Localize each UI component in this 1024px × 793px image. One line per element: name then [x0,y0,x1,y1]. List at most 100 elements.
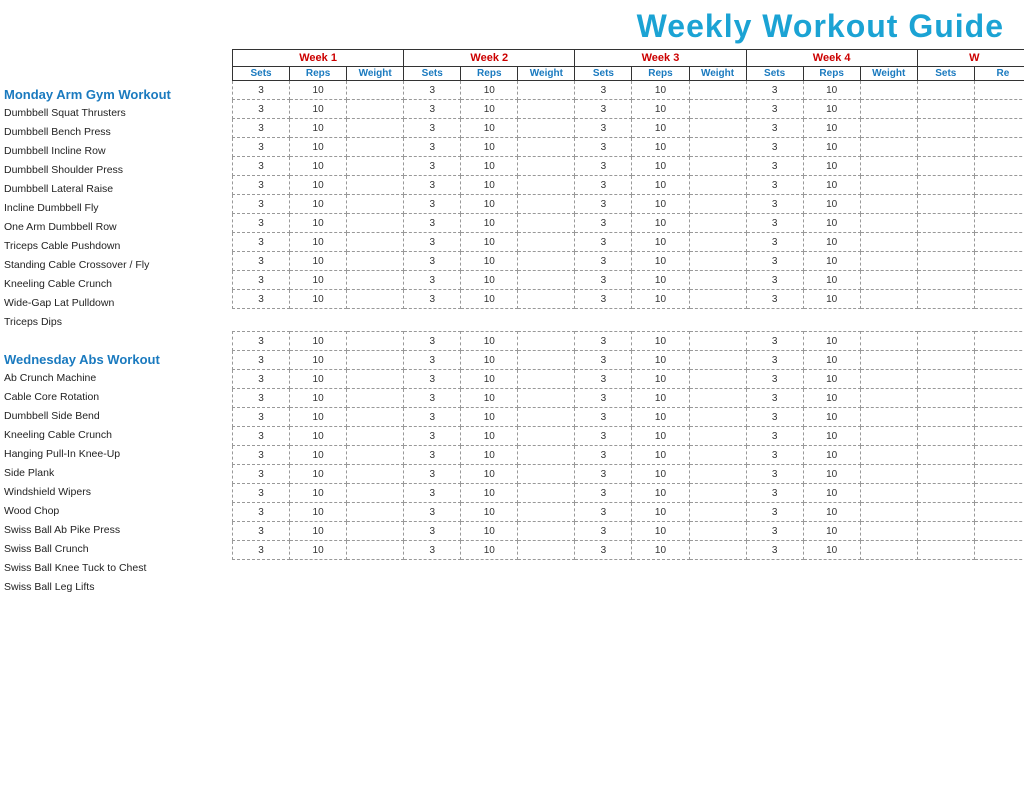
week3-reps-2: 10 [632,119,689,138]
section1-exercise-3: Dumbbell Shoulder Press [4,161,230,180]
s2-week3-reps-8: 10 [632,484,689,503]
section1-exercise-2: Dumbbell Incline Row [4,142,230,161]
s2-week2-sets-1: 3 [404,351,461,370]
s2-week4-sets-2: 3 [746,370,803,389]
week5-sets-6 [917,195,974,214]
w3-sets-header: Sets [575,67,632,81]
week4-sets-4: 3 [746,157,803,176]
section1-title: Monday Arm Gym Workout [4,87,230,102]
s2-week1-weight-0 [347,332,404,351]
s2-week1-weight-5 [347,427,404,446]
week4-reps-6: 10 [803,195,860,214]
s2-week2-weight-9 [518,503,575,522]
s2-week3-sets-4: 3 [575,408,632,427]
s2-week2-sets-6: 3 [404,446,461,465]
week4-weight-11 [860,290,917,309]
s2-week4-reps-6: 10 [803,446,860,465]
week1-reps-7: 10 [290,214,347,233]
section2-exercise-9: Swiss Ball Crunch [4,540,230,559]
week4-sets-8: 3 [746,233,803,252]
s2-week4-sets-0: 3 [746,332,803,351]
s2-week1-reps-5: 10 [290,427,347,446]
main-layout: Monday Arm Gym Workout Dumbbell Squat Th… [0,49,1024,597]
s2-week1-weight-1 [347,351,404,370]
week1-weight-1 [347,100,404,119]
week4-reps-4: 10 [803,157,860,176]
section1-container: Monday Arm Gym Workout Dumbbell Squat Th… [4,87,230,332]
w1-sets-header: Sets [233,67,290,81]
week3-reps-6: 10 [632,195,689,214]
s2-week1-reps-3: 10 [290,389,347,408]
week5-sets-8 [917,233,974,252]
week2-reps-9: 10 [461,252,518,271]
s2-week5-sets-5 [917,427,974,446]
s2-week1-sets-10: 3 [233,522,290,541]
s2-week3-reps-4: 10 [632,408,689,427]
s2-week4-weight-10 [860,522,917,541]
s2-week1-sets-1: 3 [233,351,290,370]
week3-sets-5: 3 [575,176,632,195]
week2-sets-8: 3 [404,233,461,252]
week1-reps-1: 10 [290,100,347,119]
week4-header: Week 4 [746,50,917,67]
week4-sets-9: 3 [746,252,803,271]
week4-reps-11: 10 [803,290,860,309]
s2-week4-weight-5 [860,427,917,446]
s2-week2-reps-7: 10 [461,465,518,484]
week5-header: W [917,50,1024,67]
week2-sets-2: 3 [404,119,461,138]
s2-week5-sets-3 [917,389,974,408]
s2-week1-sets-2: 3 [233,370,290,389]
s2-week5-reps-11 [974,541,1024,560]
s2-week3-reps-10: 10 [632,522,689,541]
w2-sets-header: Sets [404,67,461,81]
s2-week2-reps-1: 10 [461,351,518,370]
s2-week1-reps-8: 10 [290,484,347,503]
week3-sets-1: 3 [575,100,632,119]
week3-weight-0 [689,81,746,100]
s2-week1-weight-4 [347,408,404,427]
table-row: 310310310310 [233,465,1024,484]
s2-week2-sets-0: 3 [404,332,461,351]
section2-exercise-2: Dumbbell Side Bend [4,407,230,426]
week3-weight-2 [689,119,746,138]
s2-week4-reps-3: 10 [803,389,860,408]
week1-sets-5: 3 [233,176,290,195]
week1-weight-10 [347,271,404,290]
week4-sets-5: 3 [746,176,803,195]
s2-week4-reps-11: 10 [803,541,860,560]
s2-week2-sets-4: 3 [404,408,461,427]
s2-week4-sets-6: 3 [746,446,803,465]
s2-week1-sets-0: 3 [233,332,290,351]
week3-header: Week 3 [575,50,746,67]
week3-reps-8: 10 [632,233,689,252]
week5-reps-5 [974,176,1024,195]
week2-weight-9 [518,252,575,271]
section2-exercise-4: Hanging Pull-In Knee-Up [4,445,230,464]
week4-weight-9 [860,252,917,271]
week3-reps-4: 10 [632,157,689,176]
s2-week2-weight-2 [518,370,575,389]
s2-week5-sets-6 [917,446,974,465]
week1-weight-7 [347,214,404,233]
week1-reps-3: 10 [290,138,347,157]
week2-weight-7 [518,214,575,233]
week4-sets-11: 3 [746,290,803,309]
week4-reps-0: 10 [803,81,860,100]
s2-week4-weight-2 [860,370,917,389]
s2-week2-weight-4 [518,408,575,427]
week3-reps-3: 10 [632,138,689,157]
week2-reps-3: 10 [461,138,518,157]
week5-sets-11 [917,290,974,309]
week2-weight-2 [518,119,575,138]
week4-reps-3: 10 [803,138,860,157]
week4-weight-4 [860,157,917,176]
week2-weight-8 [518,233,575,252]
s2-week1-weight-3 [347,389,404,408]
table-row: 310310310310 [233,195,1024,214]
s2-week1-sets-5: 3 [233,427,290,446]
s2-week5-sets-10 [917,522,974,541]
week1-weight-9 [347,252,404,271]
s2-week4-reps-0: 10 [803,332,860,351]
s2-week2-weight-0 [518,332,575,351]
